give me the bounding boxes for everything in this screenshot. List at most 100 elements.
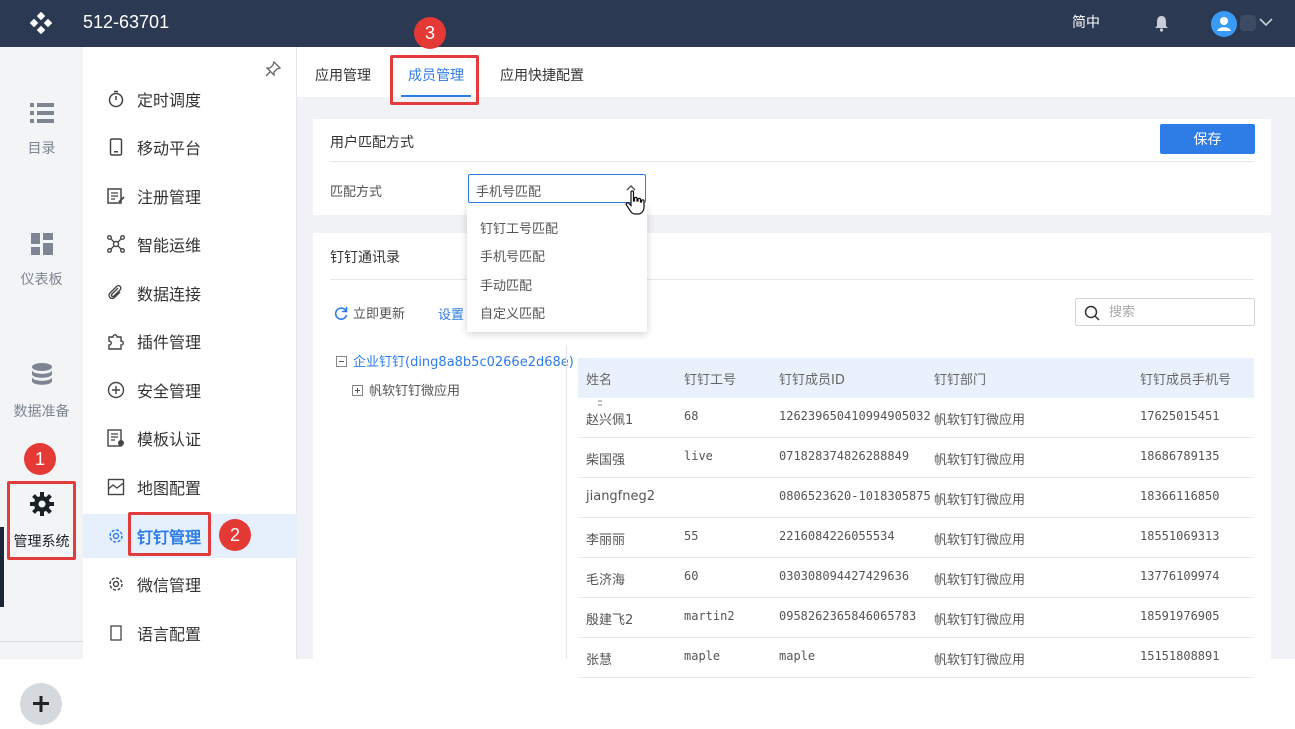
- sidebar-item-wechat[interactable]: 微信管理: [83, 562, 297, 606]
- nav-dashboard[interactable]: 仪表板: [0, 233, 83, 289]
- table-cell-job-no: 55: [684, 529, 699, 543]
- sidebar-item-label: 智能运维: [137, 236, 202, 255]
- sidebar-item-template-auth[interactable]: 模板认证: [83, 416, 297, 460]
- add-button[interactable]: [20, 683, 62, 725]
- pane-divider: [566, 345, 567, 659]
- user-icon: [1217, 17, 1231, 31]
- logo-icon[interactable]: [30, 12, 52, 34]
- table-cell-job-no: 68: [684, 409, 699, 423]
- refresh-button[interactable]: 立即更新: [333, 303, 405, 322]
- nav-catalog[interactable]: 目录: [0, 102, 83, 158]
- expand-icon[interactable]: [352, 385, 363, 396]
- save-button[interactable]: 保存: [1160, 124, 1255, 154]
- tree-child-node[interactable]: 帆软钉钉微应用: [352, 380, 460, 399]
- table-cell-phone: 17625015451: [1140, 409, 1220, 423]
- top-bar: 512-63701 简中: [0, 0, 1295, 47]
- highlight-admin-system: [7, 481, 76, 560]
- sidebar-item-map-config[interactable]: 地图配置: [83, 465, 297, 509]
- select-value: 手机号匹配: [476, 185, 542, 200]
- table-cell-dept: 帆软钉钉微应用: [934, 573, 1026, 588]
- table-cell-phone: 15151808891: [1140, 649, 1220, 663]
- match-method-select[interactable]: 手机号匹配: [468, 174, 646, 203]
- tree-root-label: 企业钉钉(ding8a8b5c0266e2d68e): [353, 355, 574, 370]
- column-header[interactable]: 钉钉成员手机号: [1140, 369, 1231, 388]
- language-switch[interactable]: 简中: [1072, 12, 1100, 32]
- sidebar-item-label: 地图配置: [137, 479, 202, 498]
- plus-icon: [33, 696, 49, 712]
- collapse-icon[interactable]: [336, 356, 347, 367]
- table-cell-member-id: 071828374826288849: [779, 449, 910, 463]
- sidebar-item-label: 注册管理: [137, 188, 202, 207]
- match-method-label: 匹配方式: [330, 185, 383, 200]
- table-header: 姓名 钉钉工号 钉钉成员ID 钉钉部门 钉钉成员手机号: [578, 358, 1254, 398]
- admin-sidebar: 定时调度 移动平台 注册管理 智能运维 数据连接 插件管理 安全管理 模板认证 …: [83, 47, 297, 659]
- sidebar-item-mobile[interactable]: 移动平台: [83, 125, 297, 169]
- nav-label: 数据准备: [13, 404, 70, 420]
- tab-app-shortcut-config[interactable]: 应用快捷配置: [500, 65, 584, 85]
- pin-icon[interactable]: [264, 60, 282, 78]
- sidebar-item-plugins[interactable]: 插件管理: [83, 319, 297, 363]
- app-title: 512-63701: [83, 12, 170, 32]
- sidebar-item-label: 模板认证: [137, 430, 202, 449]
- nav-label: 目录: [27, 141, 56, 157]
- sidebar-item-label: 安全管理: [137, 382, 202, 401]
- chevron-down-icon[interactable]: [1258, 16, 1274, 28]
- settings-link[interactable]: 设置: [438, 304, 464, 323]
- table-cell-job-no: live: [684, 449, 713, 463]
- column-header[interactable]: 钉钉成员ID: [779, 369, 845, 388]
- table-cell-dept: 帆软钉钉微应用: [934, 453, 1026, 468]
- table-cell-phone: 18551069313: [1140, 529, 1220, 543]
- search-box[interactable]: [1075, 298, 1255, 326]
- template-icon: [107, 429, 124, 447]
- network-icon: [107, 235, 125, 253]
- avatar[interactable]: [1211, 11, 1237, 37]
- sidebar-item-label: 微信管理: [137, 576, 202, 595]
- table-row[interactable]: 柴国强 live 071828374826288849 帆软钉钉微应用 18686789…: [578, 438, 1254, 478]
- sidebar-item-data-connection[interactable]: 数据连接: [83, 271, 297, 315]
- dropdown-option[interactable]: 钉钉工号匹配: [480, 218, 558, 237]
- table-cell-name: 毛济海: [586, 573, 626, 588]
- database-icon: [31, 363, 52, 385]
- search-input[interactable]: [1109, 303, 1249, 321]
- annotation-badge-3: 3: [414, 17, 446, 49]
- table-row[interactable]: 殷建飞2 martin2 0958262365846065783 帆软钉钉微应用 185…: [578, 598, 1254, 638]
- tree-root-node[interactable]: 企业钉钉(ding8a8b5c0266e2d68e): [336, 351, 574, 370]
- sidebar-item-security[interactable]: 安全管理: [83, 368, 297, 412]
- divider: [330, 161, 1254, 162]
- shield-icon: [107, 381, 125, 399]
- sidebar-item-ops[interactable]: 智能运维: [83, 222, 297, 266]
- column-header[interactable]: 钉钉工号: [684, 369, 736, 388]
- sidebar-item-label: 数据连接: [137, 285, 202, 304]
- dropdown-option[interactable]: 手动匹配: [480, 275, 532, 294]
- refresh-label: 立即更新: [353, 307, 406, 322]
- dropdown-option[interactable]: 手机号匹配: [480, 246, 545, 265]
- table-row[interactable]: 张慧 maple maple 帆软钉钉微应用 15151808891: [578, 638, 1254, 678]
- annotation-badge-1: 1: [24, 443, 56, 475]
- dingtalk-gear-icon: [109, 529, 123, 543]
- sidebar-item-schedule[interactable]: 定时调度: [83, 77, 297, 121]
- dropdown-option[interactable]: 自定义匹配: [480, 303, 545, 322]
- puzzle-icon: [108, 334, 124, 350]
- column-header[interactable]: 姓名: [586, 369, 612, 388]
- match-method-dropdown: 钉钉工号匹配 手机号匹配 手动匹配 自定义匹配: [467, 206, 647, 332]
- column-header[interactable]: 钉钉部门: [934, 369, 986, 388]
- table-cell-member-id: maple: [779, 649, 816, 663]
- table-cell-name: 赵兴佩1: [586, 413, 634, 428]
- bell-icon[interactable]: [1154, 15, 1169, 32]
- table-row[interactable]: 毛济海 60 030308094427429636 帆软钉钉微应用 1377610997…: [578, 558, 1254, 598]
- highlight-member-tab: [390, 55, 479, 105]
- sidebar-item-language[interactable]: 语言配置: [83, 611, 297, 655]
- table-row[interactable]: jiangfneg2 0806523620-1018305875 帆软钉钉微应用 18…: [578, 478, 1254, 518]
- table-cell-phone: 18686789135: [1140, 449, 1220, 463]
- username-blurred: [1240, 15, 1256, 31]
- link-icon: [108, 284, 122, 300]
- table-cell-member-id: 126239650410994905032: [779, 409, 931, 423]
- sidebar-item-register[interactable]: 注册管理: [83, 174, 297, 218]
- dashboard-icon: [30, 233, 53, 255]
- table-row[interactable]: 李丽丽 55 2216084226055534 帆软钉钉微应用 18551069313: [578, 518, 1254, 558]
- sidebar-item-label: 语言配置: [137, 625, 202, 644]
- tab-app-management[interactable]: 应用管理: [315, 65, 371, 85]
- table-row[interactable]: 赵兴佩1 68 126239650410994905032 帆软钉钉微应用 176250…: [578, 398, 1254, 438]
- nav-data-prep[interactable]: 数据准备: [0, 363, 83, 421]
- mobile-icon: [109, 138, 123, 156]
